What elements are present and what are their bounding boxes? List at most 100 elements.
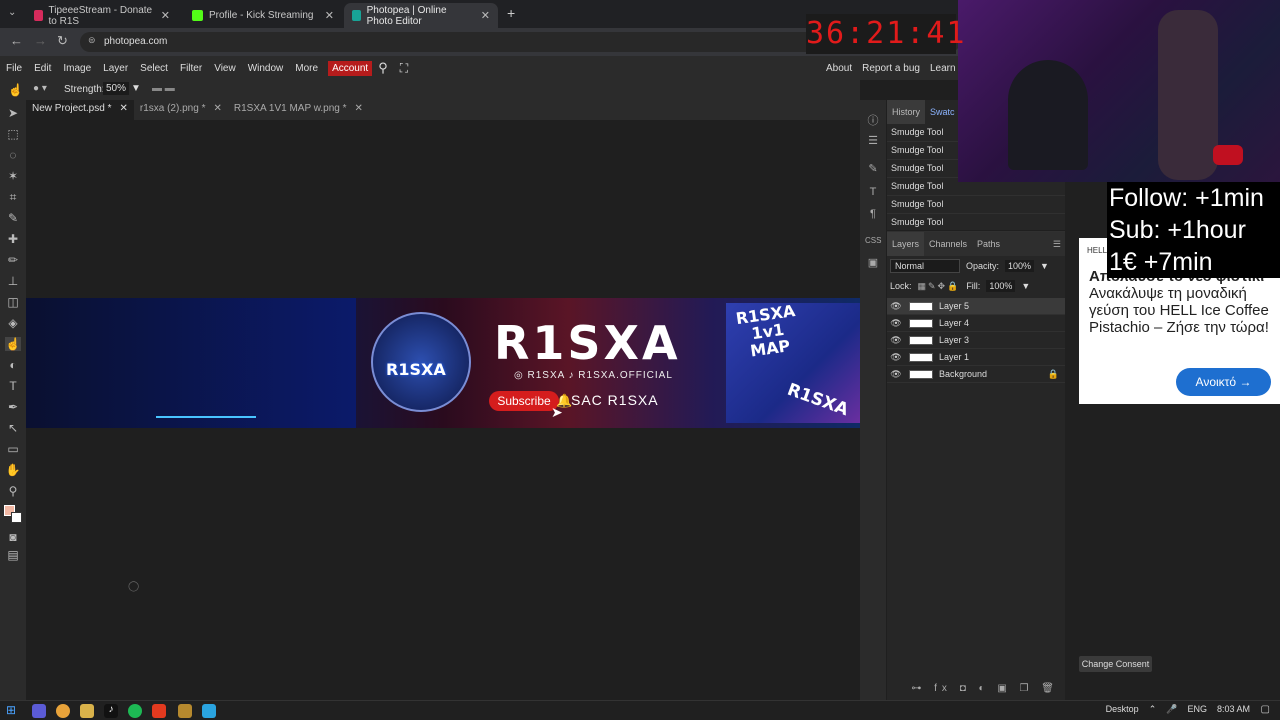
learn-link[interactable]: Learn: [930, 63, 956, 74]
visibility-eye-icon[interactable]: 👁: [887, 335, 905, 346]
layer-row[interactable]: 👁 Layer 5: [887, 298, 1065, 315]
blend-mode-select[interactable]: Normal: [890, 259, 960, 273]
chevron-up-icon[interactable]: ⌃: [1149, 704, 1157, 715]
opacity-input[interactable]: 100%: [1005, 260, 1035, 272]
fill-input[interactable]: 100%: [986, 280, 1016, 292]
brush-preset-picker[interactable]: ● ▾: [33, 83, 47, 94]
paint-bucket-icon[interactable]: ◈: [5, 316, 21, 330]
crop-tool-icon[interactable]: ⌗: [5, 190, 21, 204]
close-icon[interactable]: ✕: [119, 103, 127, 120]
panel-menu-icon[interactable]: ☰: [1053, 239, 1061, 250]
smudge-tool-icon[interactable]: ☝: [5, 337, 21, 351]
image-panel-icon[interactable]: ▣: [865, 256, 881, 272]
tab-paths[interactable]: Paths: [972, 239, 1005, 249]
zoom-tool-icon[interactable]: ⚲: [5, 484, 21, 498]
menu-edit[interactable]: Edit: [28, 63, 57, 74]
photopea-taskbar-icon[interactable]: [202, 704, 216, 718]
strength-input[interactable]: 50%: [103, 82, 130, 95]
menu-layer[interactable]: Layer: [97, 63, 134, 74]
notification-icon[interactable]: ▢: [1261, 704, 1270, 715]
doc-tab-map-png[interactable]: R1SXA 1V1 MAP w.png * ✕: [228, 100, 369, 120]
info-icon[interactable]: ⓘ: [865, 112, 881, 128]
pen-tool-icon[interactable]: ✒: [5, 400, 21, 414]
spotify-icon[interactable]: [128, 704, 142, 718]
history-item[interactable]: Smudge Tool: [887, 196, 1065, 214]
menu-image[interactable]: Image: [57, 63, 97, 74]
layer-row[interactable]: 👁 Layer 1: [887, 349, 1065, 366]
history-item[interactable]: Smudge Tool: [887, 214, 1065, 232]
background-color-swatch[interactable]: [11, 512, 22, 523]
layer-row[interactable]: 👁 Layer 3: [887, 332, 1065, 349]
tab-tipeeestream[interactable]: TipeeeStream - Donate to R1S ✕: [26, 3, 178, 28]
menu-view[interactable]: View: [208, 63, 242, 74]
move-tool-icon[interactable]: ➤: [5, 106, 21, 120]
quick-mask-icon[interactable]: ◙: [5, 530, 21, 544]
doc-tab-r1sxa-png[interactable]: r1sxa (2).png * ✕: [134, 100, 228, 120]
menu-select[interactable]: Select: [134, 63, 174, 74]
screen-mode-icon[interactable]: ▤: [5, 548, 21, 562]
menu-more[interactable]: More: [289, 63, 324, 74]
visibility-eye-icon[interactable]: 👁: [887, 352, 905, 363]
doc-tab-new-project[interactable]: New Project.psd * ✕: [26, 100, 134, 120]
site-info-icon[interactable]: ⊜: [88, 35, 96, 46]
close-icon[interactable]: ✕: [161, 9, 170, 22]
tab-swatches[interactable]: Swatc: [925, 107, 960, 117]
file-explorer-icon[interactable]: [80, 704, 94, 718]
brush-tool-icon[interactable]: ✏: [5, 253, 21, 267]
menu-window[interactable]: Window: [242, 63, 290, 74]
tiktok-icon[interactable]: ♪: [104, 704, 118, 718]
clone-stamp-icon[interactable]: ⊥: [5, 274, 21, 288]
microphone-icon[interactable]: 🎤: [1166, 704, 1177, 715]
tab-search-icon[interactable]: ⌄: [8, 7, 16, 18]
adjustments-icon[interactable]: ☰: [865, 134, 881, 150]
forward-arrow-icon[interactable]: →: [34, 33, 47, 48]
close-icon[interactable]: ✕: [213, 103, 221, 120]
lasso-tool-icon[interactable]: ◌: [5, 148, 21, 162]
back-arrow-icon[interactable]: ←: [10, 33, 23, 48]
canvas-area[interactable]: R1SXA R1SXA ◎ R1SXA ♪ R1SXA.OFFICIAL Sub…: [26, 120, 860, 700]
lock-icons[interactable]: ▦✎✥🔒: [918, 281, 961, 292]
dodge-tool-icon[interactable]: ◐: [5, 358, 21, 372]
tab-history[interactable]: History: [887, 100, 926, 124]
report-bug-link[interactable]: Report a bug: [862, 63, 920, 74]
reload-icon[interactable]: ↻: [57, 33, 68, 49]
lock-icon[interactable]: 🔒: [1048, 369, 1059, 380]
close-icon[interactable]: ✕: [355, 103, 363, 120]
layer-row[interactable]: 👁 Background 🔒: [887, 366, 1065, 383]
language-label[interactable]: ENG: [1187, 704, 1207, 715]
character-icon[interactable]: T: [865, 186, 881, 202]
clock[interactable]: 8:03 AM: [1217, 704, 1250, 715]
eyedropper-icon[interactable]: ✎: [5, 211, 21, 225]
tab-channels[interactable]: Channels: [924, 239, 972, 249]
visibility-eye-icon[interactable]: 👁: [887, 318, 905, 329]
visibility-eye-icon[interactable]: 👁: [887, 301, 905, 312]
download-app-icon[interactable]: [178, 704, 192, 718]
discord-icon[interactable]: [32, 704, 46, 718]
close-icon[interactable]: ✕: [325, 9, 334, 22]
brush-panel-icon[interactable]: ✎: [865, 162, 881, 178]
search-icon[interactable]: ⚲: [372, 60, 394, 76]
strength-dropdown-icon[interactable]: ▼: [131, 83, 141, 94]
chrome-icon[interactable]: [56, 704, 70, 718]
menu-filter[interactable]: Filter: [174, 63, 208, 74]
account-button[interactable]: Account: [328, 60, 373, 76]
tab-layers[interactable]: Layers: [887, 232, 925, 256]
close-icon[interactable]: ✕: [481, 9, 490, 22]
new-tab-button[interactable]: +: [507, 5, 515, 21]
eraser-tool-icon[interactable]: ◫: [5, 295, 21, 309]
desktop-label[interactable]: Desktop: [1106, 704, 1139, 715]
type-tool-icon[interactable]: T: [5, 379, 21, 393]
paragraph-icon[interactable]: ¶: [865, 208, 881, 224]
about-link[interactable]: About: [826, 63, 852, 74]
visibility-eye-icon[interactable]: 👁: [887, 369, 905, 380]
tab-photopea[interactable]: Photopea | Online Photo Editor ✕: [344, 3, 498, 28]
css-icon[interactable]: CSS: [865, 236, 881, 252]
fill-dropdown-icon[interactable]: ▼: [1021, 281, 1030, 291]
change-consent-button[interactable]: Change Consent: [1079, 656, 1152, 672]
banner-image[interactable]: R1SXA R1SXA ◎ R1SXA ♪ R1SXA.OFFICIAL Sub…: [26, 298, 860, 428]
path-select-icon[interactable]: ↖: [5, 421, 21, 435]
healing-brush-icon[interactable]: ✚: [5, 232, 21, 246]
tab-kick[interactable]: Profile - Kick Streaming ✕: [184, 3, 342, 28]
ad-open-button[interactable]: Ανοικτό →: [1176, 368, 1271, 396]
brave-icon[interactable]: [152, 704, 166, 718]
